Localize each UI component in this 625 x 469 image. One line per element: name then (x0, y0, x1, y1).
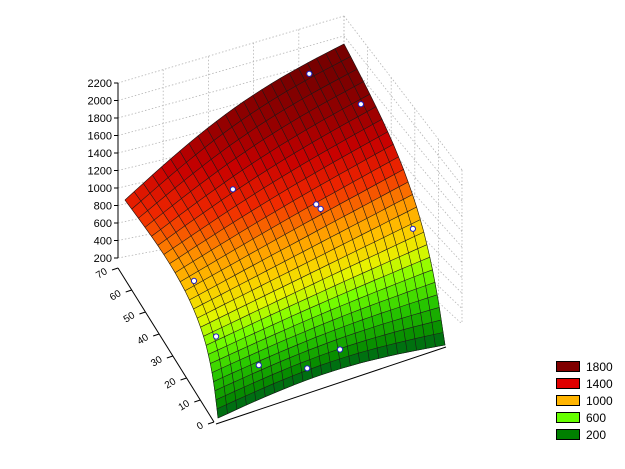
x-tick-label: 0 (195, 420, 206, 433)
observed-point (357, 101, 364, 108)
x-tick (166, 355, 174, 359)
legend-item: 1400 (556, 375, 622, 392)
z-tick-label: 1400 (88, 148, 112, 160)
observed-point (409, 225, 416, 232)
legend-label: 1400 (586, 376, 613, 391)
legend-swatch (556, 429, 580, 440)
x-tick-label: 50 (122, 310, 138, 325)
x-tick-label: 60 (108, 288, 124, 303)
z-tick-label: 200 (94, 253, 112, 265)
z-tick-label: 2200 (88, 78, 112, 90)
legend-swatch (556, 361, 580, 372)
z-tick-label: 2000 (88, 96, 112, 108)
observed-point (255, 362, 262, 369)
legend-item: 600 (556, 409, 622, 426)
observed-point (313, 201, 320, 208)
x-tick-label: 20 (163, 376, 179, 391)
legend-item: 1800 (556, 358, 622, 375)
legend-label: 600 (586, 410, 607, 425)
surface-plot: 2200200018001600140012001000800600400200… (88, 15, 463, 433)
x-tick-label: 10 (177, 398, 193, 413)
x-tick (180, 377, 187, 381)
legend-swatch (556, 395, 580, 406)
x-tick (152, 333, 160, 337)
z-tick-label: 600 (94, 218, 112, 230)
legend-item: 1000 (556, 392, 622, 409)
observed-point (229, 186, 236, 193)
observed-point (304, 365, 311, 372)
observed-point (190, 277, 198, 284)
z-tick-label: 1200 (88, 166, 112, 178)
x-tick (194, 399, 201, 403)
legend-label: 200 (586, 427, 607, 442)
legend-label: 1000 (586, 393, 613, 408)
x-tick-label: 40 (135, 332, 151, 347)
z-tick-label: 1800 (88, 113, 112, 125)
legend-item: 200 (556, 426, 622, 443)
x-tick (139, 311, 146, 315)
x-tick-label: 70 (94, 266, 110, 281)
chart-area: 2200 2000 1800 1600 1400 1200 1000 800 600 400 200… (0, 0, 625, 469)
legend: 1800 1400 1000 600 200 (556, 358, 622, 443)
legend-swatch (556, 378, 580, 389)
z-tick-label: 1000 (88, 183, 112, 195)
observed-point (317, 205, 324, 212)
legend-swatch (556, 412, 580, 423)
x-tick (207, 421, 215, 425)
z-tick-label: 800 (94, 201, 112, 213)
legend-label: 1800 (586, 359, 613, 374)
x-tick (111, 267, 119, 271)
x-tick (125, 289, 132, 293)
observed-point (306, 70, 313, 77)
z-tick-label: 400 (94, 236, 112, 248)
x-tick-label: 30 (149, 354, 165, 369)
observed-point (213, 333, 220, 340)
z-tick-label: 1600 (88, 131, 112, 143)
observed-point (336, 346, 344, 353)
